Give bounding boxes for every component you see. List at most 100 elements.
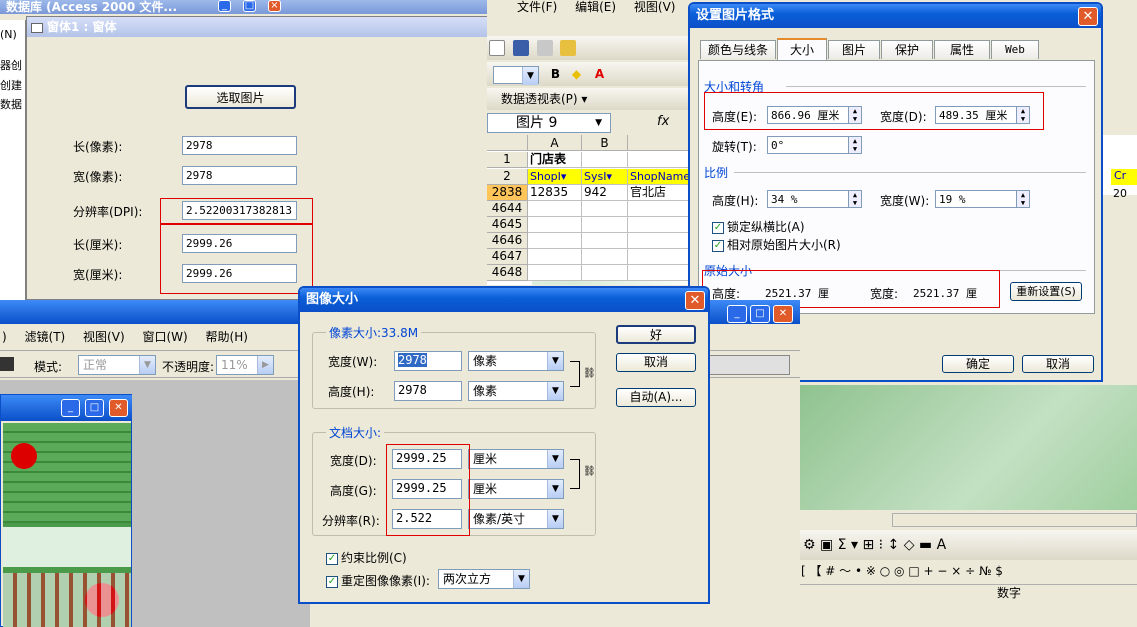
image-cancel-button[interactable]: 取消 <box>616 353 696 372</box>
table-cell[interactable] <box>582 233 628 249</box>
image-ok-button[interactable]: 好 <box>616 325 696 344</box>
constrain-check-icon[interactable]: ✓ <box>326 552 338 565</box>
scale-height-input[interactable]: 34 % ▲ ▼ <box>767 190 862 208</box>
row-header[interactable]: 4647 <box>487 249 528 265</box>
scale-width-input[interactable]: 19 % ▲ ▼ <box>935 190 1030 208</box>
table-cell[interactable] <box>582 201 628 217</box>
relative-orig-check-icon[interactable]: ✓ <box>712 239 724 252</box>
ps-menu-window[interactable]: 窗口(W) <box>142 328 187 346</box>
paint-icon[interactable] <box>560 40 577 56</box>
table-cell[interactable]: 官北店 <box>628 185 692 201</box>
relative-orig-checkbox[interactable]: ✓ 相对原始图片大小(R) <box>712 236 841 253</box>
excel-menu-view[interactable]: 视图(V) <box>634 0 676 14</box>
table-cell[interactable]: 942 <box>582 185 628 201</box>
access-left-item[interactable]: 创建 <box>0 77 22 93</box>
format-dialog-close-button[interactable]: ✕ <box>1078 7 1098 26</box>
tab-web[interactable]: Web <box>991 40 1039 59</box>
table-cell[interactable] <box>628 249 692 265</box>
table-cell[interactable]: SysI▾ <box>582 169 628 185</box>
ps-close-button[interactable]: ✕ <box>773 305 793 323</box>
table-cell[interactable]: ShopI▾ <box>528 169 582 185</box>
sheet-scroll[interactable] <box>892 513 1137 527</box>
table-cell[interactable]: 12835 <box>528 185 582 201</box>
format-ok-button[interactable]: 确定 <box>942 355 1014 373</box>
font-size-select[interactable]: ▼ <box>493 65 539 85</box>
table-cell[interactable] <box>628 233 692 249</box>
pick-image-button[interactable]: 选取图片 <box>185 85 296 109</box>
col-header-a[interactable]: A <box>528 135 582 151</box>
table-cell[interactable] <box>628 152 692 168</box>
font-color-icon[interactable]: A <box>595 67 604 81</box>
px-height-input[interactable]: 2978 <box>394 381 462 401</box>
ps-maximize-button[interactable]: □ <box>750 305 770 323</box>
lock-ratio-checkbox[interactable]: ✓ 锁定纵横比(A) <box>712 218 805 235</box>
table-cell[interactable] <box>528 201 582 217</box>
col-header-b[interactable]: B <box>582 135 628 151</box>
ps-minimize-button[interactable]: _ <box>727 305 747 323</box>
lock-ratio-check-icon[interactable]: ✓ <box>712 221 724 234</box>
name-box[interactable]: 图片 9 ▼ <box>487 113 611 133</box>
rotate-input[interactable]: 0° ▲ ▼ <box>767 136 862 154</box>
form-length-px-input[interactable]: 2978 <box>182 136 297 155</box>
table-cell[interactable] <box>528 217 582 233</box>
new-icon[interactable] <box>489 40 505 56</box>
ps-menu-view[interactable]: 视图(V) <box>83 328 125 346</box>
access-left-item[interactable]: (N) <box>0 28 17 41</box>
resample-check-icon[interactable]: ✓ <box>326 575 338 588</box>
pivot-menu[interactable]: 数据透视表(P) <box>501 92 578 106</box>
ps-options-field[interactable] <box>708 355 790 375</box>
tab-size[interactable]: 大小 <box>777 38 827 60</box>
sum-icon[interactable]: ⚙ ▣ Σ ▾ ⊞ ⁝ ↕ ◇ ▬ A <box>803 537 946 553</box>
table-cell[interactable] <box>628 265 692 281</box>
tab-color-lines[interactable]: 颜色与线条 <box>700 40 776 59</box>
table-cell[interactable] <box>628 217 692 233</box>
access-left-item[interactable]: 器创 <box>0 57 22 73</box>
tab-protect[interactable]: 保护 <box>881 40 933 59</box>
row-header[interactable]: 2838 <box>487 185 528 201</box>
access-left-item[interactable]: 数据 <box>0 96 22 112</box>
excel-menu-edit[interactable]: 编辑(E) <box>575 0 616 14</box>
ps-menu-filter[interactable]: 滤镜(T) <box>25 328 66 346</box>
copy-icon[interactable] <box>536 40 553 56</box>
fill-color-icon[interactable]: ◆ <box>572 67 581 81</box>
res-unit-select[interactable]: 像素/英寸 ▼ <box>468 509 564 529</box>
row-header[interactable]: 4646 <box>487 233 528 249</box>
px-height-unit-select[interactable]: 像素 ▼ <box>468 381 564 401</box>
ps-menu-help[interactable]: 帮助(H) <box>206 328 248 346</box>
symbol-icons[interactable]: [ 【 # ～ • ※ ○ ◎ □ + − × ÷ № $ <box>801 564 1003 578</box>
table-cell[interactable] <box>582 265 628 281</box>
ps-opacity-input[interactable]: 11% ▶ <box>216 355 274 375</box>
table-cell[interactable] <box>628 201 692 217</box>
image-size-close-button[interactable]: ✕ <box>685 291 705 310</box>
ps-image-minimize-button[interactable]: _ <box>61 399 80 417</box>
ps-mode-select[interactable]: 正常 ▼ <box>78 355 156 375</box>
table-cell[interactable] <box>582 152 628 168</box>
constrain-checkbox[interactable]: ✓ 约束比例(C) <box>326 549 407 566</box>
resample-method-select[interactable]: 两次立方 ▼ <box>438 569 530 589</box>
doc-width-unit-select[interactable]: 厘米 ▼ <box>468 449 564 469</box>
table-cell[interactable] <box>528 265 582 281</box>
excel-menu-file[interactable]: 文件(F) <box>517 0 557 14</box>
save-icon[interactable] <box>512 40 529 56</box>
doc-height-unit-select[interactable]: 厘米 ▼ <box>468 479 564 499</box>
px-width-input[interactable]: 2978 <box>394 351 462 371</box>
col-header-c[interactable] <box>628 135 692 151</box>
tab-picture[interactable]: 图片 <box>828 40 880 59</box>
row-header[interactable]: 4648 <box>487 265 528 281</box>
tab-properties[interactable]: 属性 <box>934 40 990 59</box>
image-auto-button[interactable]: 自动(A)... <box>616 388 696 407</box>
access-minimize-button[interactable]: _ <box>218 0 231 12</box>
table-cell[interactable] <box>582 249 628 265</box>
access-close-button[interactable]: × <box>268 0 281 12</box>
table-cell[interactable]: 门店表 <box>528 152 582 168</box>
bold-icon[interactable]: B <box>551 67 560 81</box>
table-cell[interactable]: ShopName <box>628 169 692 185</box>
table-cell[interactable] <box>582 217 628 233</box>
reset-button[interactable]: 重新设置(S) <box>1010 282 1082 301</box>
fx-icon[interactable]: fx <box>657 114 669 129</box>
row-header[interactable]: 1 <box>487 152 528 168</box>
access-maximize-button[interactable]: □ <box>243 0 256 12</box>
table-cell[interactable] <box>528 233 582 249</box>
format-cancel-button[interactable]: 取消 <box>1022 355 1094 373</box>
ps-image-close-button[interactable]: ✕ <box>109 399 128 417</box>
